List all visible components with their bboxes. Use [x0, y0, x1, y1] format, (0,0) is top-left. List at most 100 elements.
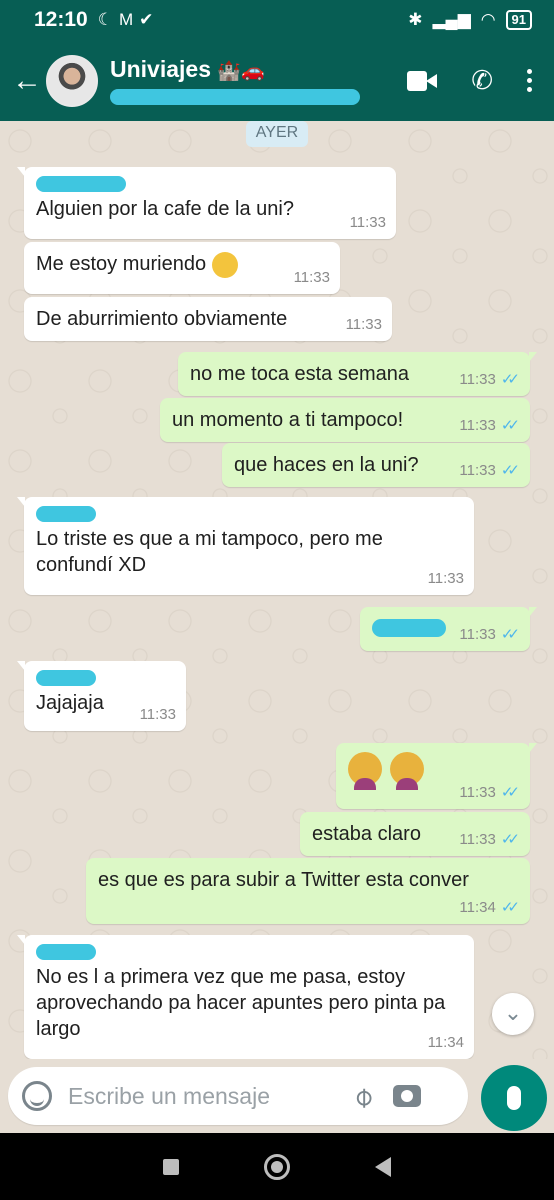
message-time: 11:34: [427, 1034, 464, 1051]
message-text: De aburrimiento obviamente: [36, 308, 288, 330]
message-time: 11:33: [459, 416, 496, 434]
chat-title-area[interactable]: Univiajes 🏰🚗: [110, 56, 380, 105]
message-outgoing[interactable]: estaba claro 11:33 ✓✓: [300, 812, 530, 856]
chat-title: Univiajes 🏰🚗: [110, 56, 380, 83]
message-time: 11:34: [459, 898, 496, 916]
chevron-down-icon: ⌄: [503, 1000, 523, 1025]
message-outgoing[interactable]: es que es para subir a Twitter esta conv…: [86, 858, 530, 924]
message-meta: 11:33: [294, 269, 330, 286]
status-bar: 12:10 ☾ M ✔ ✱ ▂▄▆ ◠ 91: [0, 0, 554, 40]
message-time: 11:33: [139, 706, 176, 723]
emoji-icon[interactable]: [22, 1081, 52, 1111]
video-call-icon[interactable]: [407, 70, 438, 91]
message-input[interactable]: Escribe un mensaje ⌀: [8, 1067, 468, 1125]
signal-icon: ▂▄▆: [432, 10, 471, 29]
chat-title-text: Univiajes: [110, 56, 211, 82]
battery-icon: 91: [505, 10, 532, 30]
message-time: 11:33: [459, 461, 496, 479]
message-text: no me toca esta semana: [190, 363, 410, 385]
home-button[interactable]: [263, 1153, 290, 1180]
message-text: estaba claro: [312, 823, 421, 845]
recents-button[interactable]: [162, 1158, 179, 1175]
camera-icon[interactable]: [392, 1085, 421, 1107]
sender-name-redacted: [36, 176, 126, 192]
more-icon[interactable]: [527, 69, 532, 92]
message-text: Alguien por la cafe de la uni?: [36, 198, 294, 220]
message-text: No es l a primera vez que me pasa, estoy…: [36, 966, 446, 1040]
message-text: Jajajaja: [36, 692, 104, 714]
message-time: 11:33: [459, 830, 496, 848]
message-text-redacted: [372, 618, 446, 637]
facepalm-emoji-icon: [348, 752, 382, 790]
message-meta: 11:33 ✓✓: [459, 416, 520, 435]
read-ticks-icon: ✓✓: [500, 417, 520, 434]
message-meta: 11:33 ✓✓: [459, 370, 520, 389]
status-time: 12:10: [34, 8, 88, 31]
message-text: Lo triste es que a mi tampoco, pero me c…: [36, 528, 383, 576]
message-meta: 11:34: [428, 1034, 464, 1051]
message-time: 11:33: [345, 316, 382, 333]
message-text: que haces en la uni?: [234, 454, 419, 476]
compose-bar: Escribe un mensaje ⌀: [0, 1059, 554, 1133]
check-icon: ✔: [139, 10, 154, 29]
message-meta: 11:33: [350, 214, 386, 231]
message-incoming[interactable]: Me estoy muriendo 11:33: [24, 242, 340, 294]
avatar[interactable]: [46, 54, 98, 107]
wifi-icon: ◠: [480, 10, 496, 29]
message-incoming[interactable]: Lo triste es que a mi tampoco, pero me c…: [17, 497, 474, 595]
back-button[interactable]: [375, 1156, 392, 1177]
message-outgoing[interactable]: no me toca esta semana 11:33 ✓✓: [178, 352, 537, 396]
message-meta: 11:33: [346, 316, 382, 333]
message-incoming[interactable]: Alguien por la cafe de la uni? 11:33: [17, 167, 396, 239]
bluetooth-icon: ✱: [408, 10, 423, 29]
message-text: Me estoy muriendo: [36, 253, 207, 275]
voice-record-button[interactable]: [481, 1065, 547, 1131]
message-text: es que es para subir a Twitter esta conv…: [98, 869, 469, 891]
participants-redacted: [110, 89, 360, 105]
read-ticks-icon: ✓✓: [500, 831, 520, 848]
read-ticks-icon: ✓✓: [500, 899, 520, 916]
status-right-icons: ✱ ▂▄▆ ◠ 91: [408, 10, 532, 30]
message-outgoing[interactable]: 11:33 ✓✓: [336, 743, 537, 809]
message-time: 11:33: [459, 370, 496, 388]
message-outgoing[interactable]: que haces en la uni? 11:33 ✓✓: [222, 443, 530, 487]
message-input-placeholder[interactable]: Escribe un mensaje: [68, 1083, 328, 1110]
scroll-down-button[interactable]: ⌄: [492, 993, 534, 1035]
message-meta: 11:34 ✓✓: [459, 898, 520, 917]
message-meta: 11:33: [140, 706, 176, 723]
message-text: un momento a ti tampoco!: [172, 409, 404, 431]
back-arrow-icon[interactable]: ←: [8, 64, 46, 98]
sender-name-redacted: [36, 944, 96, 960]
sender-name-redacted: [36, 506, 96, 522]
chat-header: ← Univiajes 🏰🚗 ✆: [0, 40, 554, 121]
gmail-icon: M: [118, 10, 134, 29]
mic-icon: [507, 1086, 521, 1110]
message-time: 11:33: [427, 570, 464, 587]
message-meta: 11:33 ✓✓: [459, 461, 520, 480]
read-ticks-icon: ✓✓: [500, 626, 520, 643]
read-ticks-icon: ✓✓: [500, 462, 520, 479]
moon-icon: ☾: [97, 10, 113, 29]
tired-face-emoji-icon: [211, 251, 238, 278]
phone-icon[interactable]: ✆: [471, 65, 493, 96]
message-outgoing[interactable]: un momento a ti tampoco! 11:33 ✓✓: [160, 398, 530, 442]
message-incoming[interactable]: No es l a primera vez que me pasa, estoy…: [17, 935, 474, 1059]
header-actions: ✆: [407, 65, 532, 96]
message-meta: 11:33 ✓✓: [459, 783, 520, 802]
message-time: 11:33: [459, 625, 496, 643]
read-ticks-icon: ✓✓: [500, 784, 520, 801]
message-list[interactable]: AYER Alguien por la cafe de la uni? 11:3…: [0, 121, 554, 1059]
read-ticks-icon: ✓✓: [500, 371, 520, 388]
day-divider: AYER: [246, 121, 308, 147]
system-navigation-bar: [0, 1133, 554, 1200]
message-outgoing[interactable]: 11:33 ✓✓: [360, 607, 537, 651]
message-time: 11:33: [349, 214, 386, 231]
message-time: 11:33: [459, 783, 496, 801]
chat-title-emoji: 🏰🚗: [217, 61, 265, 82]
message-time: 11:33: [293, 269, 330, 286]
message-meta: 11:33: [428, 570, 464, 587]
message-meta: 11:33 ✓✓: [459, 830, 520, 849]
message-incoming[interactable]: De aburrimiento obviamente 11:33: [24, 297, 392, 341]
message-incoming[interactable]: Jajajaja 11:33: [17, 661, 186, 731]
attach-icon[interactable]: ⌀: [345, 1078, 380, 1113]
